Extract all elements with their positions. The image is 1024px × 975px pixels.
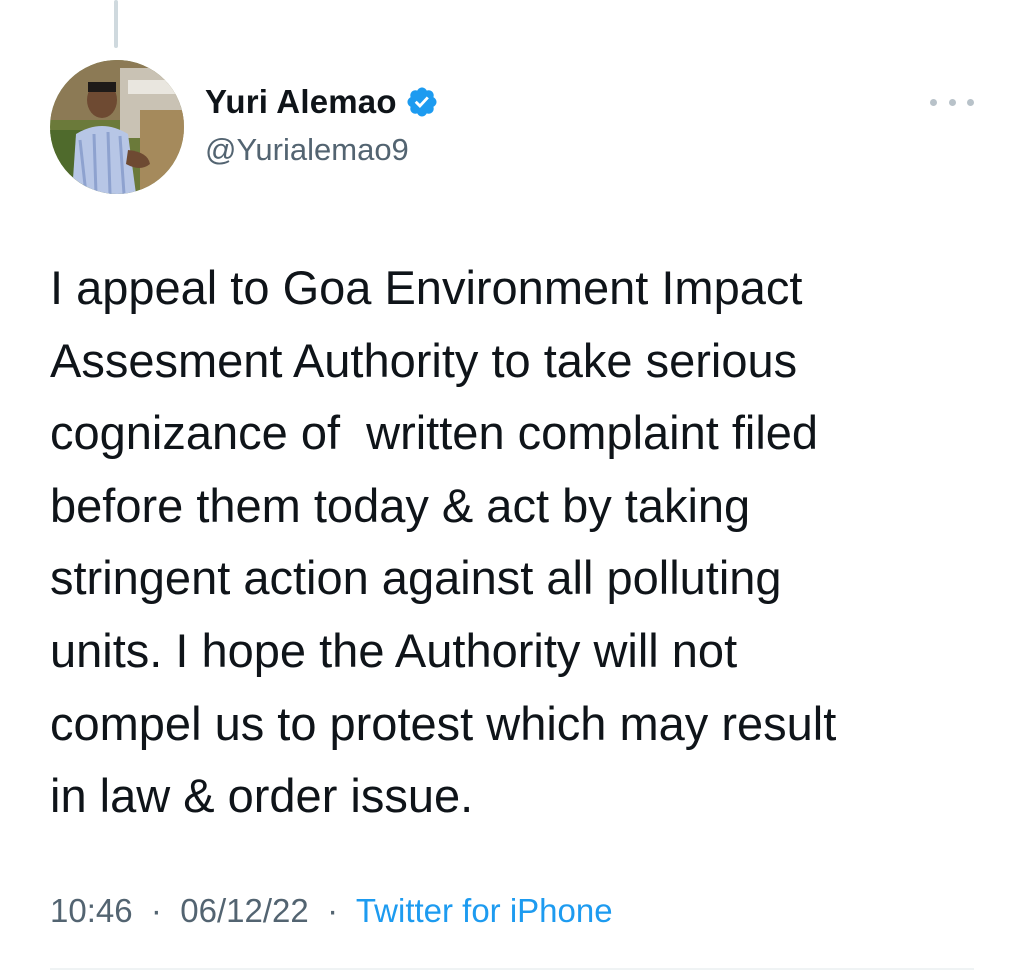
avatar[interactable] [50,60,184,194]
meta-separator: · [317,892,348,929]
tweet-source-link[interactable]: Twitter for iPhone [356,892,613,929]
thread-connector-line [114,0,118,48]
more-dot [948,98,956,106]
more-dot [967,98,974,106]
tweet-date[interactable]: 06/12/22 [180,892,308,929]
more-dot [930,98,937,106]
tweet-meta: 10:46 · 06/12/22 · Twitter for iPhone [50,892,613,930]
author-handle[interactable]: @Yurialemao9 [205,132,409,168]
tweet-detail-page: Yuri Alemao @Yurialemao9 I appeal to Goa… [0,0,1024,975]
author-display-name[interactable]: Yuri Alemao [205,83,397,121]
author-name-row[interactable]: Yuri Alemao [205,80,439,124]
meta-separator: · [141,892,172,929]
more-options-icon[interactable] [930,92,974,112]
tweet-text: I appeal to Goa Environment Impact Asses… [50,261,837,823]
avatar-image [50,60,184,194]
verified-badge-icon [405,85,439,119]
tweet-time[interactable]: 10:46 [50,892,133,929]
divider [50,968,974,970]
